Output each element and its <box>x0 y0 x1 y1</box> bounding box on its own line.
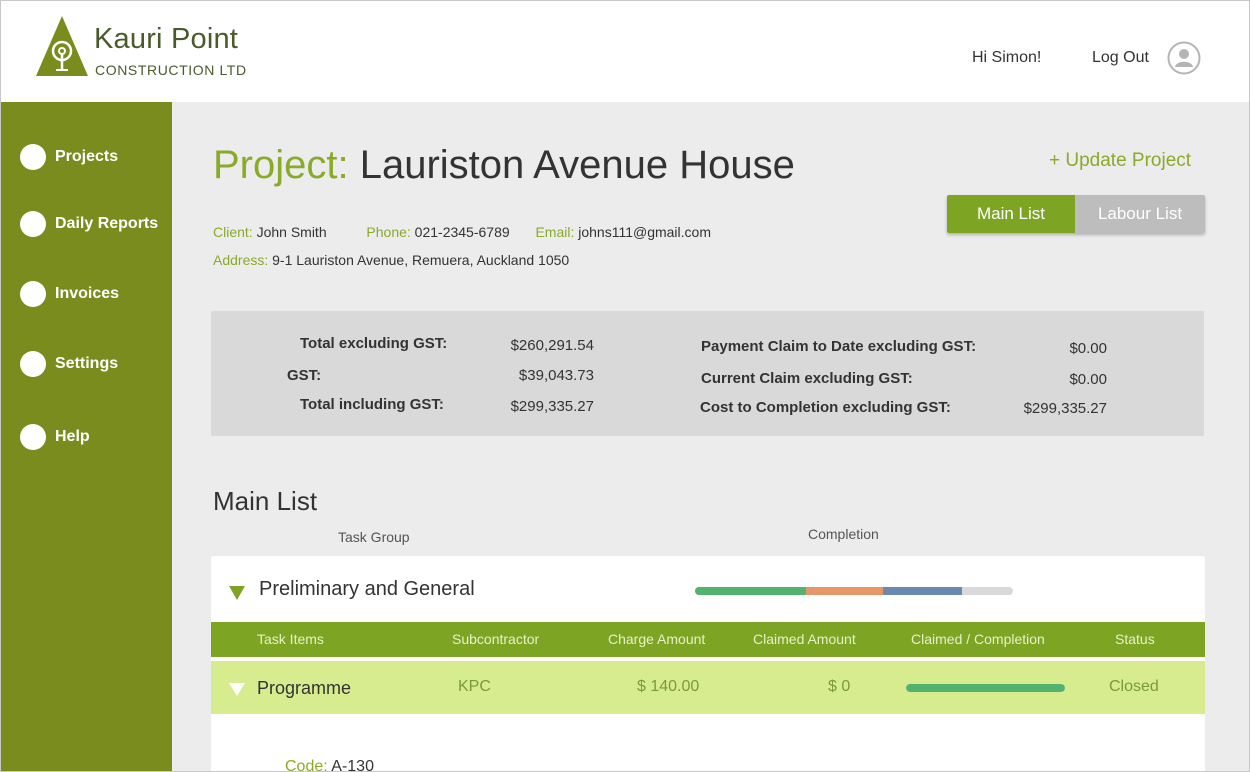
main-content: Project: Lauriston Avenue House + Update… <box>172 102 1249 772</box>
brand-subtitle: CONSTRUCTION LTD <box>95 62 247 78</box>
task-charge-amount: $ 140.00 <box>637 678 700 695</box>
code-value: A-130 <box>331 758 374 772</box>
table-row[interactable]: Programme KPC $ 140.00 $ 0 Closed <box>211 661 1205 714</box>
sidebar-item-daily-reports[interactable]: Daily Reports <box>20 211 158 237</box>
task-claimed-amount: $ 0 <box>828 678 851 695</box>
total-ex-gst-value: $260,291.54 <box>510 337 594 354</box>
nav-dot-icon <box>20 351 46 377</box>
task-completion-fill <box>906 684 1065 692</box>
expand-triangle-icon[interactable] <box>229 683 245 696</box>
update-project-link[interactable]: + Update Project <box>1049 150 1191 172</box>
column-header-status: Status <box>1115 631 1155 647</box>
completion-caption: Completion <box>808 526 879 542</box>
task-group-card: Preliminary and General Task Items Subco… <box>211 556 1205 772</box>
address-label: Address: <box>213 252 269 268</box>
cost-summary-panel: Total excluding GST: $260,291.54 GST: $3… <box>211 311 1204 436</box>
email-value: johns111@gmail.com <box>578 224 711 240</box>
list-toggle: Main List Labour List <box>947 195 1205 233</box>
total-inc-gst-value: $299,335.27 <box>510 398 594 415</box>
phone-label: Phone: <box>366 224 411 240</box>
top-header: Kauri Point CONSTRUCTION LTD Hi Simon! L… <box>1 1 1249 102</box>
code-label: Code: <box>285 758 328 772</box>
sidebar-item-projects[interactable]: Projects <box>20 144 118 170</box>
sidebar-item-invoices[interactable]: Invoices <box>20 281 119 307</box>
task-table-header: Task Items Subcontractor Charge Amount C… <box>211 622 1205 657</box>
nav-dot-icon <box>20 424 46 450</box>
page-title-project-name: Lauriston Avenue House <box>348 143 795 187</box>
logout-link[interactable]: Log Out <box>1092 49 1149 67</box>
task-completion-bar <box>906 684 1065 692</box>
sidebar-item-label: Help <box>55 428 90 445</box>
sidebar-item-label: Settings <box>55 355 119 372</box>
user-avatar-icon[interactable] <box>1167 41 1201 75</box>
sidebar-item-help[interactable]: Help <box>20 424 90 450</box>
task-group-caption: Task Group <box>338 529 410 545</box>
client-value: John Smith <box>256 224 327 240</box>
total-ex-gst-label: Total excluding GST: <box>300 335 448 352</box>
project-contact-info: Client: John Smith Phone: 021-2345-6789 … <box>213 224 711 240</box>
user-greeting: Hi Simon! <box>972 49 1042 66</box>
email-label: Email: <box>535 224 575 240</box>
total-inc-gst-label: Total including GST: <box>300 396 444 413</box>
progress-segment <box>695 587 807 595</box>
column-header-claimed-completion: Claimed / Completion <box>911 631 1045 647</box>
main-list-heading: Main List <box>213 486 318 516</box>
sidebar-item-settings[interactable]: Settings <box>20 351 118 377</box>
group-completion-bar <box>695 587 1013 595</box>
column-header-claimed-amount: Claimed Amount <box>753 631 856 647</box>
task-code: Code: A-130 <box>285 758 374 772</box>
task-item-name: Programme <box>257 678 352 698</box>
cost-to-completion-value: $299,335.27 <box>1023 400 1107 417</box>
task-group-name: Preliminary and General <box>259 578 475 600</box>
brand-name: Kauri Point <box>94 23 239 55</box>
claim-to-date-value: $0.00 <box>1069 340 1107 357</box>
phone-value: 021-2345-6789 <box>414 224 510 240</box>
nav-dot-icon <box>20 211 46 237</box>
current-claim-label: Current Claim excluding GST: <box>701 370 913 387</box>
gst-value: $39,043.73 <box>518 367 594 384</box>
column-header-subcontractor: Subcontractor <box>452 631 540 647</box>
cost-to-completion-label: Cost to Completion excluding GST: <box>700 399 951 416</box>
progress-segment <box>806 587 883 595</box>
sidebar-item-label: Daily Reports <box>55 215 159 232</box>
expand-triangle-icon[interactable] <box>229 586 245 600</box>
gst-label: GST: <box>287 367 322 384</box>
task-subcontractor: KPC <box>458 678 491 695</box>
task-status: Closed <box>1109 678 1159 695</box>
address-value: 9-1 Lauriston Avenue, Remuera, Auckland … <box>272 252 570 268</box>
progress-segment <box>882 587 963 595</box>
sidebar-item-label: Invoices <box>55 285 120 302</box>
task-group-row[interactable]: Preliminary and General <box>211 556 1205 622</box>
nav-dot-icon <box>20 144 46 170</box>
sidebar-item-label: Projects <box>55 148 119 165</box>
column-header-charge-amount: Charge Amount <box>608 631 706 647</box>
main-list-tab[interactable]: Main List <box>947 195 1075 233</box>
labour-list-tab[interactable]: Labour List <box>1075 195 1205 233</box>
claim-to-date-label: Payment Claim to Date excluding GST: <box>701 338 977 355</box>
kauri-tree-logo-icon <box>36 16 88 76</box>
nav-dot-icon <box>20 281 46 307</box>
sidebar: Projects Daily Reports Invoices Settings… <box>1 102 172 771</box>
app-frame: Kauri Point CONSTRUCTION LTD Hi Simon! L… <box>0 0 1250 772</box>
project-address-info: Address: 9-1 Lauriston Avenue, Remuera, … <box>213 252 569 268</box>
column-header-task-items: Task Items <box>257 631 324 647</box>
client-label: Client: <box>213 224 253 240</box>
page-title: Project: Lauriston Avenue House <box>213 143 795 188</box>
page-title-prefix: Project: <box>213 143 349 187</box>
current-claim-value: $0.00 <box>1069 371 1107 388</box>
